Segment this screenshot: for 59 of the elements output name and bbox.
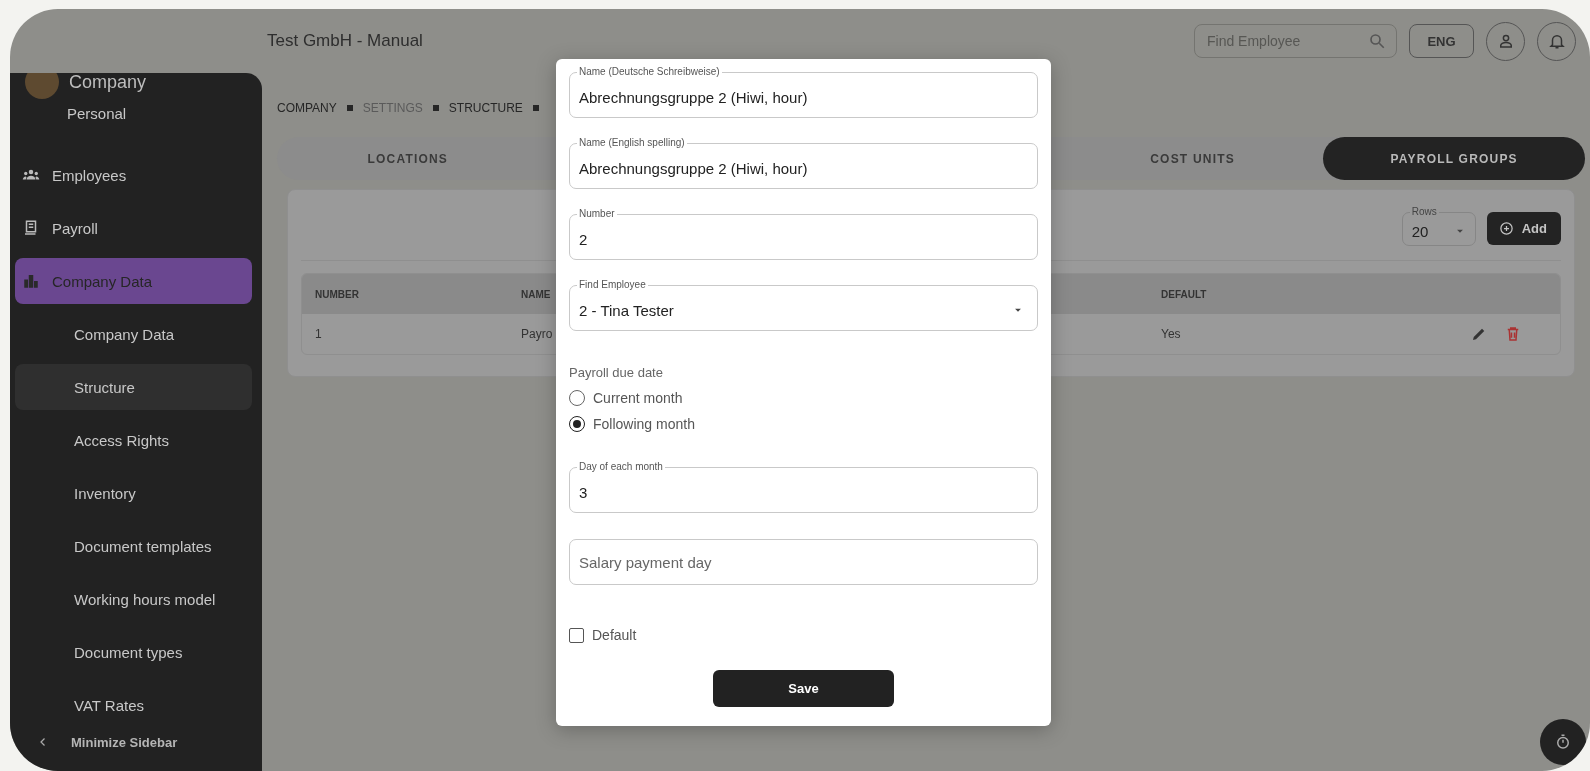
tab[interactable]: PAYROLL GROUPS [1323, 137, 1585, 180]
input-field[interactable]: Name (Deutsche Schreibweise) Abrechnungsgruppe 2 (Hiwi, hour) [569, 66, 1038, 118]
save-button[interactable]: Save [713, 670, 894, 707]
page-title: Test GmbH - Manual [267, 31, 424, 51]
field-input[interactable]: Abrechnungsgruppe 2 (Hiwi, hour) [579, 159, 1023, 177]
column-header: DEFAULT [1161, 288, 1208, 300]
breadcrumb[interactable]: STRUCTURE [448, 101, 523, 115]
sidebar-item[interactable]: Employees [15, 152, 252, 198]
stopwatch-icon [1554, 733, 1572, 751]
account-role: Personal [67, 105, 128, 122]
table-cell-text: 1 [315, 327, 323, 341]
sidebar-subitem[interactable]: Structure [15, 364, 252, 410]
sidebar-subitem[interactable]: Inventory [15, 470, 252, 516]
add-button[interactable]: Add [1486, 212, 1561, 245]
search-icon [1368, 32, 1386, 50]
avatar [25, 73, 59, 99]
plus-circle-icon [1498, 221, 1514, 236]
column-header: NAME [521, 288, 552, 300]
input-field[interactable]: Day of each month 3 [569, 461, 1038, 513]
input-field[interactable]: Name (English spelling) Abrechnungsgruppe 2 (Hiwi, hour) [569, 137, 1038, 189]
sidebar-subitem[interactable]: Working hours model [15, 576, 252, 622]
breadcrumb[interactable]: COMPANY [277, 101, 337, 115]
column-header: NUMBER [315, 288, 360, 300]
field-label: Name (Deutsche Schreibweise) [578, 66, 721, 78]
group-label: Payroll due date [569, 365, 664, 380]
sidebar-item[interactable]: Payroll [15, 205, 252, 251]
minimize-sidebar-link[interactable]: Minimize Sidebar [71, 734, 178, 750]
sidebar-subitem[interactable]: Document types [15, 629, 252, 675]
sidebar-subitem[interactable]: Access Rights [15, 417, 252, 463]
sidebar-subitem[interactable]: Company Data [15, 311, 252, 357]
timer-button[interactable] [1540, 719, 1586, 765]
checkbox[interactable] [569, 627, 584, 643]
field-label: Day of each month [578, 461, 664, 473]
radio-label: Following month [593, 416, 695, 432]
checkbox-label: Default [592, 627, 637, 643]
field-label: Number [578, 208, 616, 220]
buildings-icon [22, 272, 40, 290]
table-cell-text: Payro [521, 327, 554, 341]
sidebar-subitem[interactable]: Document templates [15, 523, 252, 569]
language-button[interactable]: ENG [1409, 24, 1474, 58]
breadcrumb-separator [432, 105, 439, 111]
breadcrumb-separator [346, 105, 353, 111]
field-input[interactable]: Abrechnungsgruppe 2 (Hiwi, hour) [579, 88, 1023, 106]
input-field[interactable]: Number 2 [569, 208, 1038, 260]
field-label: Find Employee [578, 279, 647, 291]
input-field[interactable]: Salary payment day [569, 539, 1038, 585]
account-name: Company [69, 73, 147, 93]
field-label: Rows [1410, 206, 1438, 218]
rows-select[interactable]: Rows 20 [1401, 206, 1476, 246]
bell-icon [1547, 32, 1566, 50]
field-label: Name (English spelling) [578, 137, 686, 149]
field-input[interactable]: 2 [579, 230, 1023, 248]
field-input[interactable]: 3 [579, 483, 1023, 501]
field-input[interactable]: Salary payment day [579, 553, 1023, 571]
breadcrumb-separator [532, 105, 539, 111]
select-field[interactable]: Find Employee 2 - Tina Tester [569, 279, 1038, 331]
table-cell-text: Yes [1161, 327, 1182, 341]
sidebar-subitem[interactable]: VAT Rates [15, 682, 252, 728]
radio-label: Current month [593, 390, 683, 406]
